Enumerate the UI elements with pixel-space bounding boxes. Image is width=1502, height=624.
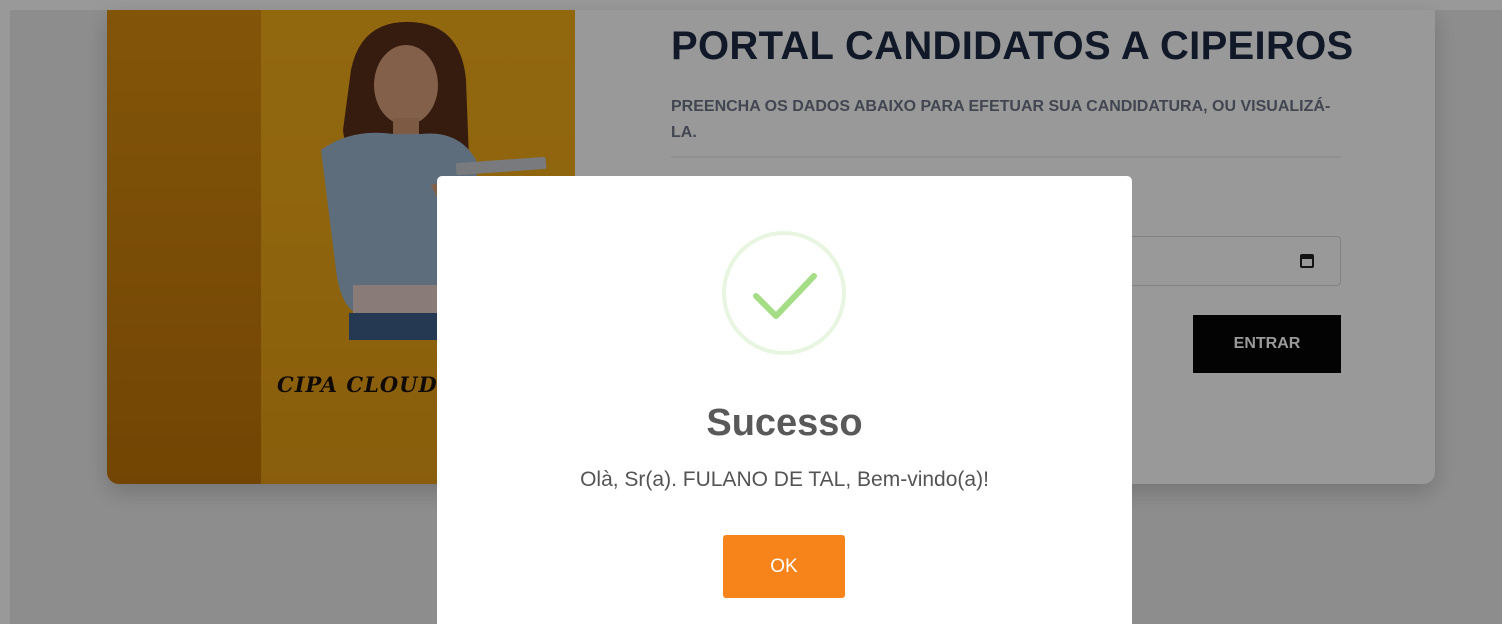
modal-message: Olà, Sr(a). FULANO DE TAL, Bem-vindo(a)!	[580, 468, 989, 491]
ok-button[interactable]: OK	[723, 535, 845, 598]
success-modal: Sucesso Olà, Sr(a). FULANO DE TAL, Bem-v…	[437, 176, 1132, 624]
success-check-icon	[722, 231, 846, 355]
modal-title: Sucesso	[706, 402, 863, 444]
